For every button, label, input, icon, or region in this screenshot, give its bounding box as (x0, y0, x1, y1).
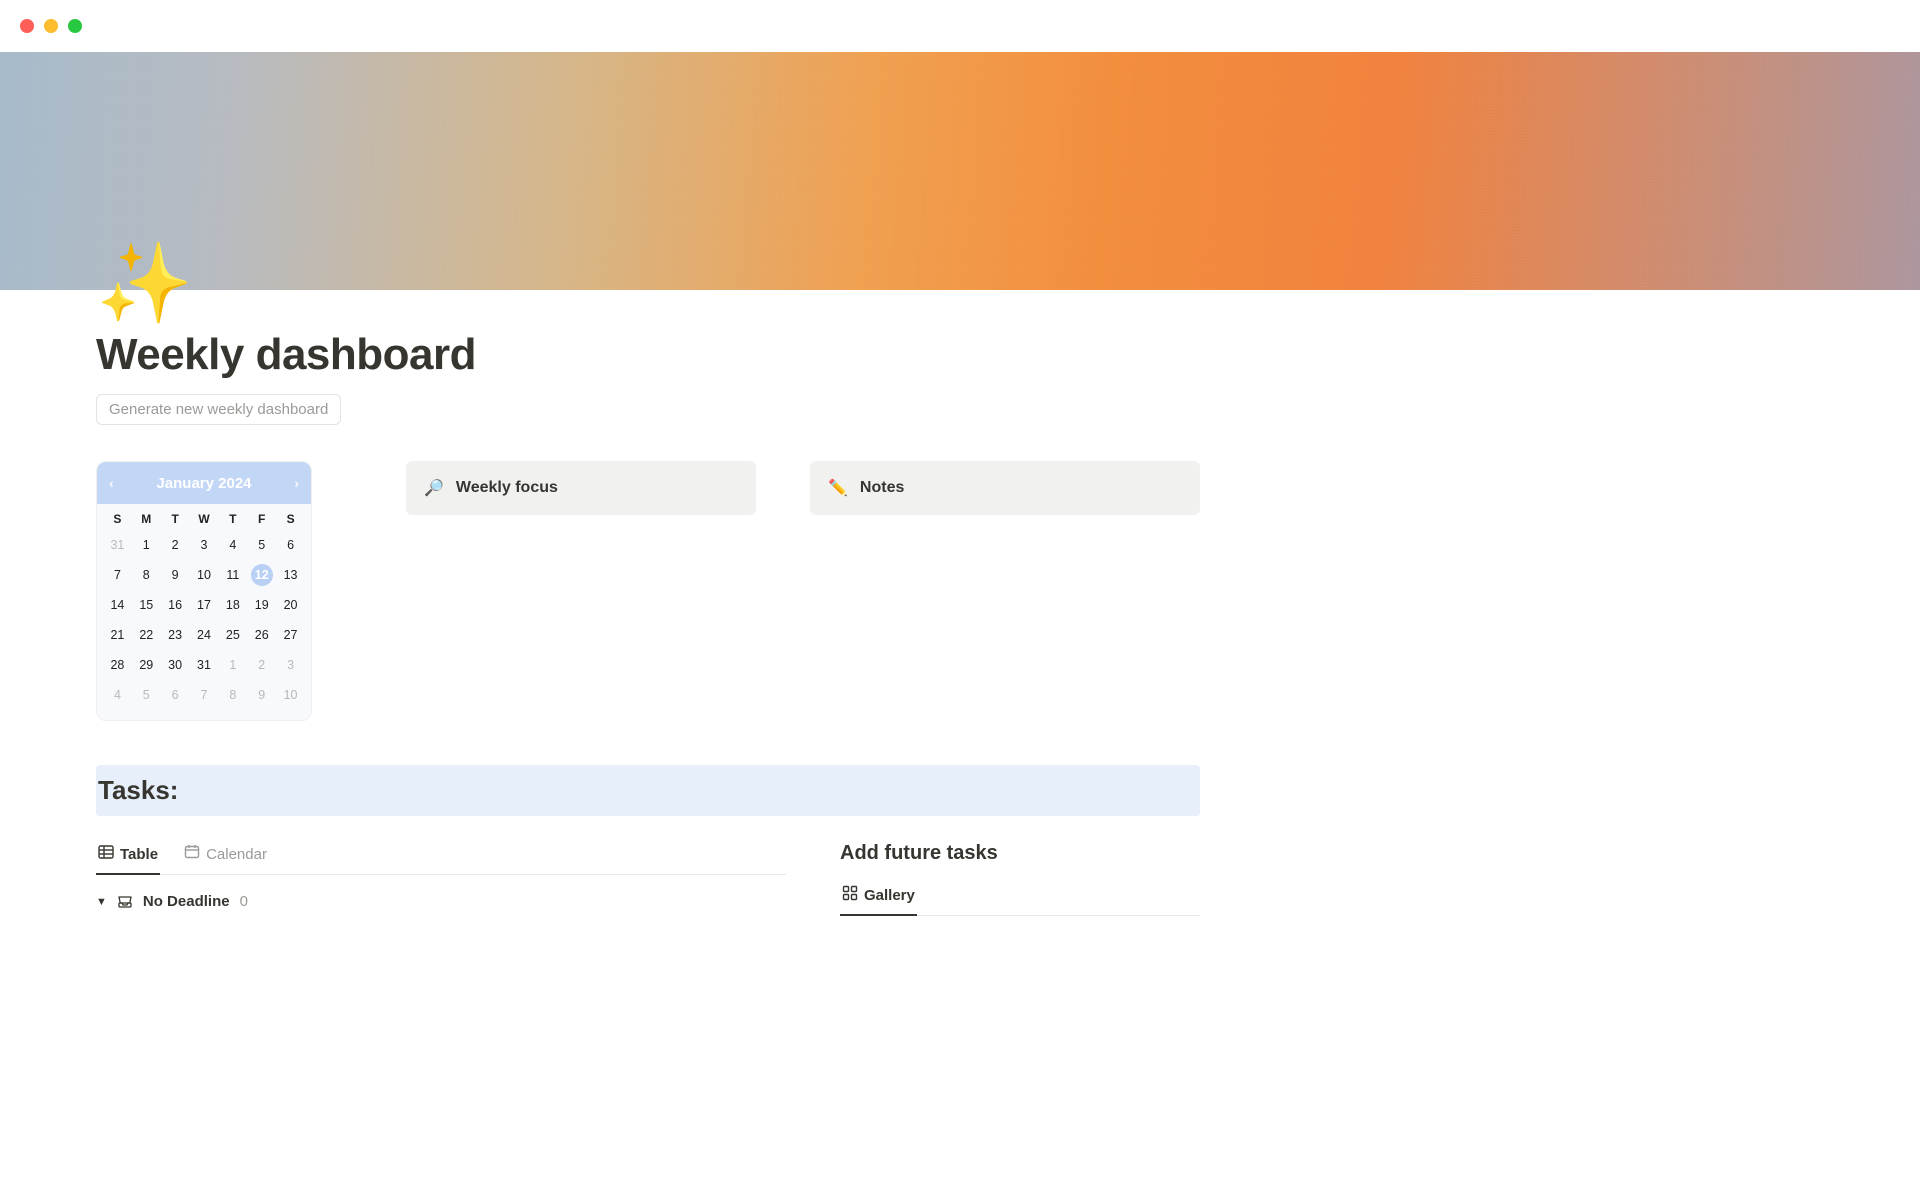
calendar-dow: F (247, 512, 276, 526)
pencil-icon: ✏️ (828, 478, 848, 498)
calendar-dow: S (103, 512, 132, 526)
future-tasks-heading[interactable]: Add future tasks (840, 842, 1200, 865)
page-icon[interactable]: ✨ (96, 244, 1200, 322)
calendar-dow: T (218, 512, 247, 526)
calendar-day[interactable]: 4 (103, 684, 132, 706)
calendar-day[interactable]: 5 (132, 684, 161, 706)
calendar-day[interactable]: 3 (276, 654, 305, 676)
notes-title: Notes (860, 479, 904, 497)
calendar-day[interactable]: 9 (247, 684, 276, 706)
calendar-day[interactable]: 2 (247, 654, 276, 676)
weekly-focus-title: Weekly focus (456, 479, 558, 497)
calendar-dow: T (161, 512, 190, 526)
calendar-day[interactable]: 6 (276, 534, 305, 556)
calendar-day[interactable]: 31 (190, 654, 219, 676)
page-title[interactable]: Weekly dashboard (96, 330, 1200, 380)
calendar-day[interactable]: 26 (247, 624, 276, 646)
tasks-group-count: 0 (240, 893, 248, 910)
weekly-focus-callout[interactable]: 🔎 Weekly focus (406, 461, 756, 515)
close-window-button[interactable] (20, 19, 34, 33)
tasks-group-row[interactable]: ▼ No Deadline 0 (96, 893, 786, 910)
calendar-dow: W (190, 512, 219, 526)
notes-callout[interactable]: ✏️ Notes (810, 461, 1200, 515)
calendar-widget: ‹ January 2024 › SMTWTFS3112345678910111… (96, 461, 312, 721)
calendar-day[interactable]: 10 (276, 684, 305, 706)
caret-down-icon: ▼ (96, 896, 107, 908)
tasks-heading-block[interactable]: Tasks: (96, 765, 1200, 816)
calendar-day[interactable]: 21 (103, 624, 132, 646)
future-tasks-panel: Add future tasks Gallery (840, 838, 1200, 916)
tab-table-label: Table (120, 846, 158, 863)
calendar-day[interactable]: 14 (103, 594, 132, 616)
calendar-day[interactable]: 1 (218, 654, 247, 676)
calendar-next-button[interactable]: › (288, 471, 305, 495)
calendar-day[interactable]: 25 (218, 624, 247, 646)
calendar-day[interactable]: 11 (218, 564, 247, 586)
tab-gallery[interactable]: Gallery (840, 879, 917, 915)
tab-table[interactable]: Table (96, 838, 160, 874)
calendar-day[interactable]: 8 (132, 564, 161, 586)
calendar-prev-button[interactable]: ‹ (103, 471, 120, 495)
tasks-view-tabs: Table Calendar (96, 838, 786, 875)
calendar-header: ‹ January 2024 › (97, 462, 311, 504)
gallery-icon (842, 885, 858, 905)
calendar-day[interactable]: 22 (132, 624, 161, 646)
calendar-day[interactable]: 23 (161, 624, 190, 646)
calendar-day[interactable]: 31 (103, 534, 132, 556)
inbox-icon (117, 894, 133, 910)
calendar-day[interactable]: 17 (190, 594, 219, 616)
calendar-day[interactable]: 20 (276, 594, 305, 616)
calendar-day[interactable]: 24 (190, 624, 219, 646)
calendar-day[interactable]: 10 (190, 564, 219, 586)
maximize-window-button[interactable] (68, 19, 82, 33)
calendar-day[interactable]: 19 (247, 594, 276, 616)
calendar-day[interactable]: 4 (218, 534, 247, 556)
calendar-day[interactable]: 28 (103, 654, 132, 676)
calendar-day[interactable]: 1 (132, 534, 161, 556)
generate-dashboard-button[interactable]: Generate new weekly dashboard (96, 394, 341, 425)
tasks-database: Table Calendar ▼ No Deadline 0 (96, 838, 786, 916)
calendar-day[interactable]: 29 (132, 654, 161, 676)
calendar-day[interactable]: 30 (161, 654, 190, 676)
tasks-group-label: No Deadline (143, 893, 230, 910)
calendar-day[interactable]: 13 (276, 564, 305, 586)
calendar-day[interactable]: 7 (190, 684, 219, 706)
calendar-day[interactable]: 8 (218, 684, 247, 706)
calendar-month-label: January 2024 (156, 475, 251, 492)
tasks-heading: Tasks: (98, 775, 1190, 806)
calendar-day[interactable]: 6 (161, 684, 190, 706)
magnifier-icon: 🔎 (424, 478, 444, 498)
calendar-dow: S (276, 512, 305, 526)
table-icon (98, 844, 114, 864)
calendar-icon (184, 844, 200, 864)
minimize-window-button[interactable] (44, 19, 58, 33)
calendar-day[interactable]: 2 (161, 534, 190, 556)
tab-calendar-label: Calendar (206, 846, 267, 863)
calendar-day[interactable]: 3 (190, 534, 219, 556)
calendar-day-selected[interactable]: 12 (251, 564, 273, 586)
calendar-day[interactable]: 18 (218, 594, 247, 616)
calendar-day[interactable]: 5 (247, 534, 276, 556)
calendar-day[interactable]: 16 (161, 594, 190, 616)
calendar-day[interactable]: 15 (132, 594, 161, 616)
calendar-dow: M (132, 512, 161, 526)
tab-calendar[interactable]: Calendar (182, 838, 269, 874)
calendar-day[interactable]: 27 (276, 624, 305, 646)
window-titlebar (0, 0, 1920, 52)
calendar-day[interactable]: 7 (103, 564, 132, 586)
tab-gallery-label: Gallery (864, 887, 915, 904)
calendar-day[interactable]: 9 (161, 564, 190, 586)
